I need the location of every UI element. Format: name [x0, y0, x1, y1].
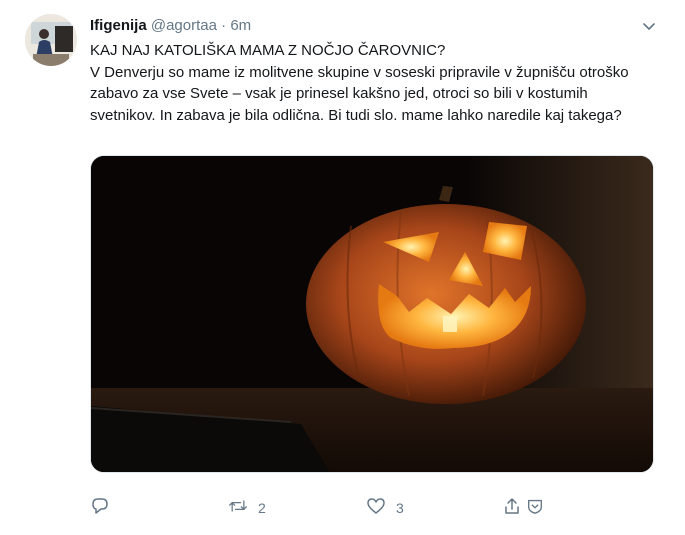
- avatar[interactable]: [25, 14, 77, 66]
- separator-dot: ·: [221, 17, 227, 34]
- retweet-count: 2: [258, 500, 266, 516]
- tweet-body: V Denverju so mame iz molitvene skupine …: [90, 63, 629, 124]
- tweet[interactable]: Ifigenija @agortaa · 6m KAJ NAJ KATOLIŠK…: [0, 0, 685, 535]
- tweet-header: Ifigenija @agortaa · 6m: [90, 16, 251, 36]
- user-handle[interactable]: @agortaa: [151, 17, 217, 34]
- chevron-shield-icon: [526, 497, 544, 520]
- share-icon: [502, 496, 522, 521]
- retweet-button[interactable]: 2: [228, 496, 266, 520]
- chevron-down-icon[interactable]: [640, 17, 658, 35]
- reply-icon: [90, 496, 110, 521]
- like-count: 3: [396, 500, 404, 516]
- heart-icon: [366, 496, 386, 521]
- retweet-icon: [228, 496, 248, 521]
- jack-o-lantern-image: [91, 156, 653, 472]
- reply-button[interactable]: [90, 496, 120, 520]
- display-name[interactable]: Ifigenija: [90, 17, 147, 34]
- tweet-photo[interactable]: [90, 155, 654, 473]
- like-button[interactable]: 3: [366, 496, 404, 520]
- tweet-title-line: KAJ NAJ KATOLIŠKA MAMA Z NOČJO ČAROVNIC?: [90, 42, 446, 59]
- timestamp[interactable]: 6m: [230, 17, 251, 34]
- analytics-button[interactable]: [526, 496, 544, 520]
- tweet-text: KAJ NAJ KATOLIŠKA MAMA Z NOČJO ČAROVNIC?…: [90, 40, 630, 126]
- share-button[interactable]: [502, 496, 522, 520]
- tweet-actions: 2 3: [90, 496, 650, 520]
